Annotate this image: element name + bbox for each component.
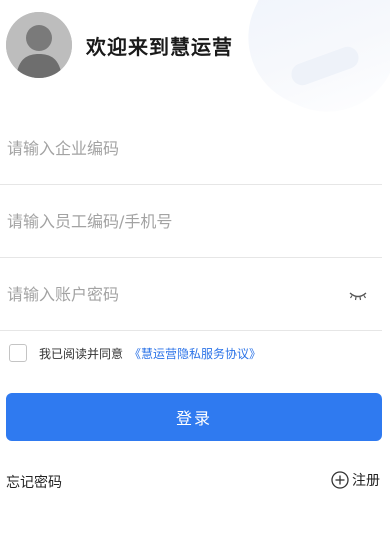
login-button[interactable]: 登录 [6, 393, 382, 441]
company-code-field [0, 112, 382, 185]
plus-circle-icon [331, 471, 349, 489]
agreement-checkbox[interactable] [9, 344, 27, 362]
password-input[interactable] [0, 283, 339, 305]
welcome-title: 欢迎来到慧运营 [86, 34, 233, 59]
agreement-text: 我已阅读并同意 [39, 346, 124, 361]
register-button[interactable]: 注册 [331, 470, 380, 490]
company-code-input[interactable] [0, 137, 339, 159]
user-avatar-icon [6, 12, 72, 78]
register-label: 注册 [352, 473, 380, 489]
welcome-header: 欢迎来到慧运营 [6, 10, 233, 80]
avatar [6, 12, 72, 78]
password-field [0, 258, 382, 331]
agreement-row: 我已阅读并同意 《慧运营隐私服务协议》 [9, 344, 261, 362]
employee-phone-input[interactable] [0, 210, 339, 232]
employee-phone-field [0, 185, 382, 258]
forgot-password-link[interactable]: 忘记密码 [6, 472, 62, 492]
privacy-agreement-link[interactable]: 《慧运营隐私服务协议》 [129, 345, 261, 362]
eye-closed-icon[interactable] [348, 288, 368, 302]
